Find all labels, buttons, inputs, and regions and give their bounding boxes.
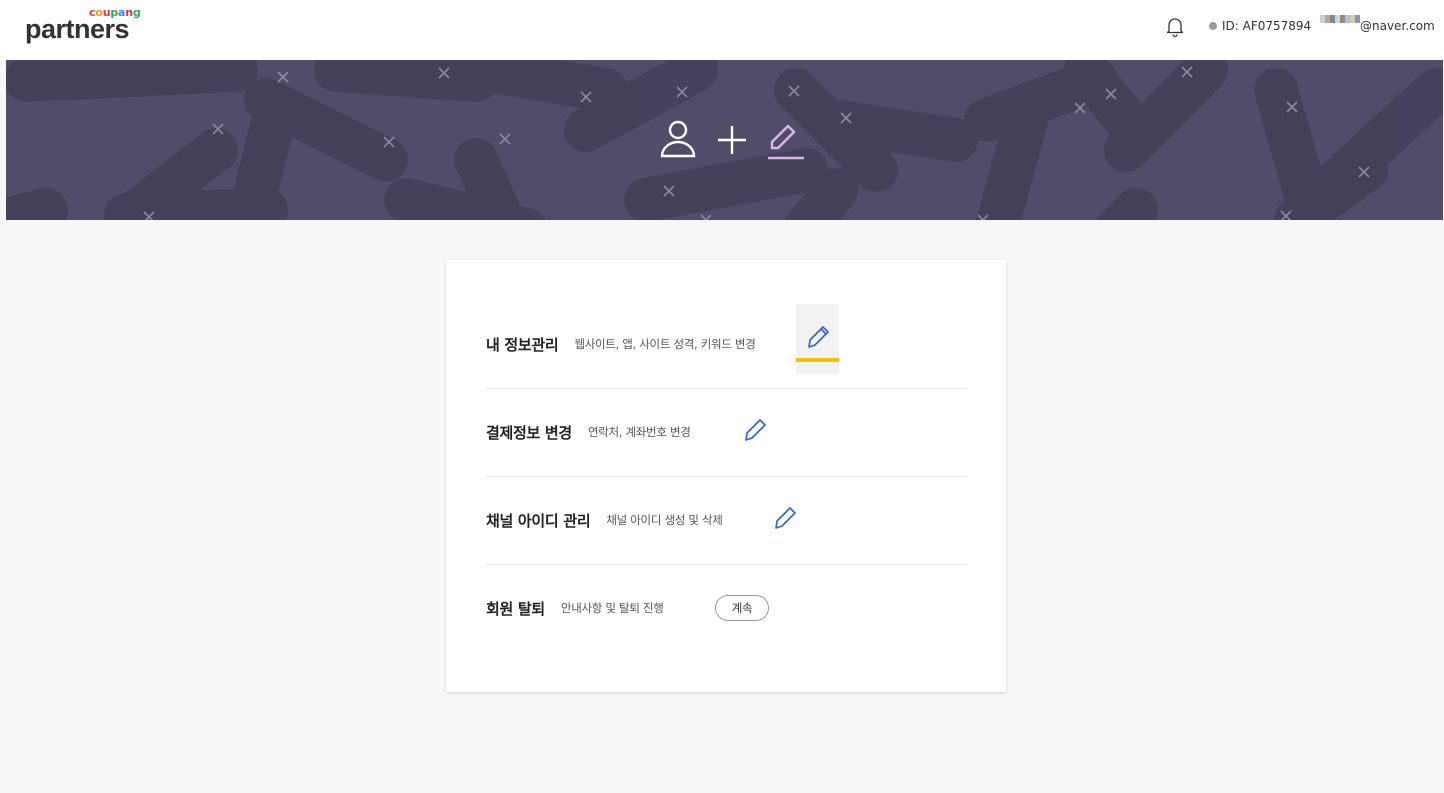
menu-title-payment: 결제정보 변경: [486, 423, 572, 442]
menu-row-payment: 결제정보 변경 연락처, 계좌번호 변경: [486, 388, 967, 477]
banner-icon-group: [660, 120, 804, 160]
edit-payment-button[interactable]: [742, 417, 768, 443]
user-id-label: ID: AF0757894: [1209, 19, 1311, 33]
coupang-partners-logo[interactable]: coupang partners: [25, 6, 145, 52]
menu-title-channel: 채널 아이디 관리: [486, 511, 591, 530]
menu-row-my-info: 내 정보관리 웹사이트, 앱, 사이트 성격, 키워드 변경: [486, 300, 967, 389]
logo-partners-text: partners: [25, 14, 130, 44]
pencil-edit-icon: [808, 326, 829, 348]
edit-my-info-button[interactable]: [796, 304, 839, 374]
user-email[interactable]: @naver.com: [1360, 19, 1435, 33]
continue-withdraw-button[interactable]: 계속: [715, 595, 769, 621]
menu-desc-my-info: 웹사이트, 앱, 사이트 성격, 키워드 변경: [574, 337, 756, 351]
pencil-edit-icon: [775, 507, 796, 529]
top-navigation-bar: coupang partners ID: AF0757894 @naver.co…: [0, 0, 1444, 60]
user-icon: [660, 120, 696, 158]
menu-title-my-info: 내 정보관리: [486, 335, 559, 354]
account-menu-card: 내 정보관리 웹사이트, 앱, 사이트 성격, 키워드 변경 결제정보 변경 연…: [446, 260, 1006, 692]
pencil-icon: [768, 124, 804, 160]
banner-x-mark: [499, 133, 511, 145]
menu-title-withdraw: 회원 탈퇴: [486, 599, 545, 618]
masked-email-prefix: [1320, 15, 1360, 23]
banner-x-mark: [277, 71, 289, 83]
menu-row-channel: 채널 아이디 관리 채널 아이디 생성 및 삭제: [486, 476, 967, 565]
user-id-text: ID: AF0757894: [1222, 19, 1312, 33]
hero-banner: [6, 60, 1443, 220]
status-dot-icon: [1209, 22, 1217, 30]
pencil-edit-icon: [745, 419, 766, 441]
menu-desc-channel: 채널 아이디 생성 및 삭제: [606, 513, 723, 527]
active-underline: [796, 358, 839, 362]
banner-x-mark: [700, 214, 712, 220]
plus-icon: [718, 126, 746, 154]
menu-desc-withdraw: 안내사항 및 탈퇴 진행: [560, 601, 664, 615]
notification-bell-icon[interactable]: [1166, 17, 1184, 38]
edit-channel-button[interactable]: [772, 505, 798, 531]
menu-desc-payment: 연락처, 계좌번호 변경: [587, 425, 691, 439]
